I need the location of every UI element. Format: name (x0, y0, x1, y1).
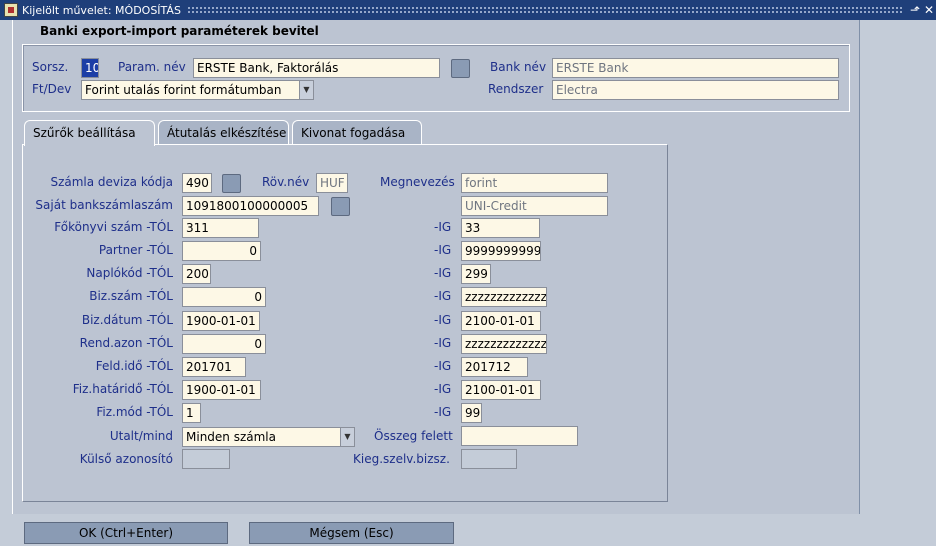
close-icon[interactable]: ✕ (922, 3, 936, 17)
feldido-from-field[interactable]: 201701 (182, 357, 246, 377)
bizdatum-to-field[interactable]: 2100-01-01 (461, 311, 541, 331)
tab-kivonat-label: Kivonat fogadása (301, 126, 406, 140)
partner-from-field[interactable]: 0 (182, 241, 261, 261)
bank-name-field[interactable]: ERSTE Bank (552, 58, 839, 78)
fizhatarido-from-field[interactable]: 1900-01-01 (182, 380, 261, 400)
ftdev-select[interactable]: Forint utalás forint formátumban ▼ (81, 80, 314, 100)
bizdatum-ig-label: -IG (434, 313, 452, 327)
tab-atutalas-label: Átutalás elkészítése (167, 126, 287, 140)
utalt-select-value: Minden számla (186, 430, 276, 444)
header-group (22, 44, 850, 112)
kieg-field[interactable] (461, 449, 517, 469)
ftdev-select-value: Forint utalás forint formátumban (85, 83, 282, 97)
param-name-label: Param. név (118, 60, 186, 74)
fokonyvi-to-field[interactable]: 33 (461, 218, 540, 238)
chevron-down-icon[interactable]: ▼ (299, 81, 313, 99)
rendszer-label: Rendszer (488, 82, 544, 96)
form-title: Banki export-import paraméterek bevitel (40, 24, 319, 38)
naplokod-label: Naplókód -TÓL (86, 266, 173, 280)
bankszamla-desc-field[interactable]: UNI-Credit (461, 196, 608, 216)
feldido-ig-label: -IG (434, 359, 452, 373)
fizhatarido-to-field[interactable]: 2100-01-01 (461, 380, 541, 400)
rendazon-from-field[interactable]: 0 (182, 334, 266, 354)
megnevezes-label: Megnevezés (380, 175, 455, 189)
naplokod-to-field[interactable]: 299 (461, 264, 491, 284)
bizdatum-from-field[interactable]: 1900-01-01 (182, 311, 260, 331)
bankszamla-label: Saját bankszámlaszám (35, 198, 173, 212)
fizhatarido-label: Fiz.határidő -TÓL (72, 382, 173, 396)
bankszamla-lookup-button[interactable] (331, 197, 350, 216)
utalt-select[interactable]: Minden számla ▼ (182, 427, 355, 447)
window-title-bar: Kijelölt művelet: MÓDOSÍTÁS ⬏ ✕ (0, 0, 936, 20)
deviza-lookup-button[interactable] (222, 174, 241, 193)
kieg-label: Kieg.szelv.bizsz. (353, 452, 450, 466)
fizmod-label: Fiz.mód -TÓL (96, 405, 173, 419)
tab-atutalas[interactable]: Átutalás elkészítése (158, 120, 289, 144)
feldido-to-field[interactable]: 201712 (461, 357, 528, 377)
sorsz-label: Sorsz. (32, 60, 69, 74)
naplokod-from-field[interactable]: 200 (182, 264, 211, 284)
feldido-label: Feld.idő -TÓL (95, 359, 173, 373)
tab-szurok[interactable]: Szűrők beállítása (24, 120, 155, 146)
partner-ig-label: -IG (434, 243, 452, 257)
fizmod-to-field[interactable]: 99 (461, 403, 482, 423)
partner-to-field[interactable]: 9999999999 (461, 241, 541, 261)
rendazon-label: Rend.azon -TÓL (79, 336, 173, 350)
deviza-label: Számla deviza kódja (50, 175, 173, 189)
kulso-azonosito-field[interactable] (182, 449, 230, 469)
bizdatum-label: Biz.dátum -TÓL (81, 313, 173, 327)
fizmod-from-field[interactable]: 1 (182, 403, 201, 423)
tab-szurok-label: Szűrők beállítása (33, 126, 136, 140)
restore-icon[interactable]: ⬏ (908, 3, 922, 17)
app-icon (4, 3, 18, 17)
kulso-azonosito-label: Külső azonosító (79, 452, 173, 466)
utalt-label: Utalt/mind (109, 429, 173, 443)
fokonyvi-label: Főkönyvi szám -TÓL (54, 220, 173, 234)
rendszer-field[interactable]: Electra (552, 80, 839, 100)
osszeg-field[interactable] (461, 426, 578, 446)
title-bar-pattern (186, 6, 902, 14)
ok-button[interactable]: OK (Ctrl+Enter) (24, 522, 228, 544)
fokonyvi-ig-label: -IG (434, 220, 452, 234)
param-lookup-button[interactable] (451, 59, 470, 78)
fizhatarido-ig-label: -IG (434, 382, 452, 396)
fokonyvi-from-field[interactable]: 311 (182, 218, 259, 238)
window-title: Kijelölt művelet: MÓDOSÍTÁS (22, 3, 181, 17)
bizszam-label: Biz.szám -TÓL (89, 289, 173, 303)
rov-nev-label: Röv.név (262, 175, 310, 189)
param-name-field[interactable]: ERSTE Bank, Faktorálás (193, 58, 440, 78)
bizszam-from-field[interactable]: 0 (182, 287, 266, 307)
fizmod-ig-label: -IG (434, 405, 452, 419)
sorsz-field[interactable]: 10 (81, 58, 99, 78)
deviza-field[interactable]: 490 (182, 173, 212, 193)
osszeg-label: Összeg felett (374, 429, 453, 443)
naplokod-ig-label: -IG (434, 266, 452, 280)
rendazon-to-field[interactable]: zzzzzzzzzzzzz (461, 334, 547, 354)
ftdev-label: Ft/Dev (32, 82, 72, 96)
tab-kivonat[interactable]: Kivonat fogadása (292, 120, 422, 144)
bizszam-ig-label: -IG (434, 289, 452, 303)
bank-name-label: Bank név (490, 60, 547, 74)
chevron-down-icon[interactable]: ▼ (340, 428, 354, 446)
partner-label: Partner -TÓL (98, 243, 173, 257)
cancel-button[interactable]: Mégsem (Esc) (249, 522, 454, 544)
rendazon-ig-label: -IG (434, 336, 452, 350)
bankszamla-field[interactable]: 1091800100000005 (182, 196, 319, 216)
rov-nev-field[interactable]: HUF (316, 173, 348, 193)
megnevezes-field[interactable]: forint (461, 173, 608, 193)
bizszam-to-field[interactable]: zzzzzzzzzzzzz (461, 287, 547, 307)
